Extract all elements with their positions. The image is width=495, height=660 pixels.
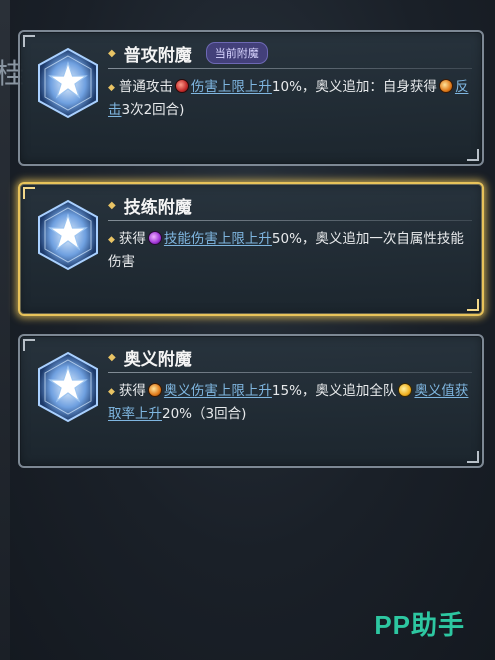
title-divider <box>108 372 472 373</box>
card-title: 技练附魔 <box>123 197 192 218</box>
title-diamond-icon: ◆ <box>108 199 116 211</box>
counter-icon <box>438 79 453 93</box>
title-diamond-icon: ◆ <box>108 351 116 363</box>
red-buff-icon <box>174 79 189 93</box>
keyword-link[interactable]: 技能伤害上限上升 <box>164 231 272 247</box>
watermark-logo: PP助手 <box>374 610 465 640</box>
charge-icon <box>398 383 413 397</box>
card-description: ◆ 获得 奥义伤害上限上升15%，奥义追加全队 奥义值获取率上升20%（3回合) <box>108 383 469 422</box>
title-divider <box>108 68 472 69</box>
card-description: ◆ 获得 技能伤害上限上升50%，奥义追加一次自属性技能伤害 <box>108 231 464 270</box>
star-emblem-icon <box>38 47 98 119</box>
card-title: 奥义附魔 <box>123 349 192 370</box>
card-title: 普攻附魔 <box>123 45 192 66</box>
title-divider <box>108 220 472 221</box>
bullet-icon: ◆ <box>108 235 115 245</box>
enchant-card-normal-attack[interactable]: ◆ 普攻附魔 当前附魔 ◆ 普通攻击 伤害上限上升10%，奥义追加：自身获得 反击3次… <box>18 30 484 166</box>
keyword-link[interactable]: 伤害上限上升 <box>191 79 272 95</box>
skill-buff-icon <box>147 231 162 245</box>
current-enchant-badge: 当前附魔 <box>205 42 268 64</box>
enchant-card-ultimate[interactable]: ◆ 奥义附魔 ◆ 获得 奥义伤害上限上升15%，奥义追加全队 奥义值获取率上升20%（… <box>18 334 484 468</box>
star-emblem-icon <box>38 351 98 423</box>
card-description: ◆ 普通攻击 伤害上限上升10%，奥义追加：自身获得 反击3次2回合) <box>108 79 469 118</box>
title-diamond-icon: ◆ <box>108 47 116 59</box>
keyword-link[interactable]: 奥义伤害上限上升 <box>164 383 272 399</box>
bullet-icon: ◆ <box>108 83 115 93</box>
enchant-card-skill[interactable]: ◆ 技练附魔 ◆ 获得 技能伤害上限上升50%，奥义追加一次自属性技能伤害 <box>18 182 484 316</box>
bullet-icon: ◆ <box>108 387 115 397</box>
ultimate-buff-icon <box>147 383 162 397</box>
star-emblem-icon <box>38 199 98 271</box>
left-panel-edge <box>0 0 10 660</box>
